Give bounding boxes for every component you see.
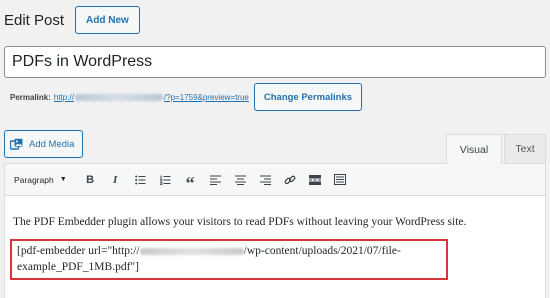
bold-icon: B [86,173,95,186]
editor-box: Paragraph ▼ B I “ The PDF Embedder plugi… [4,163,546,298]
bold-button[interactable]: B [78,169,103,191]
italic-button[interactable]: I [103,169,128,191]
link-icon [284,175,296,184]
post-title-input[interactable]: PDFs in WordPress [4,46,546,78]
permalink-url-prefix: http:// [53,92,74,102]
toolbar-toggle-button[interactable] [328,169,353,191]
insert-link-button[interactable] [278,169,303,191]
tab-visual-label: Visual [459,143,489,156]
add-media-label: Add Media [29,138,75,150]
shortcode-prefix: [pdf-embedder url="http:// [17,245,140,257]
add-media-icon [10,138,24,151]
change-permalinks-button[interactable]: Change Permalinks [253,83,363,111]
permalink-url-suffix: /?p=1759&preview=true [163,92,249,102]
bulleted-list-button[interactable] [128,169,153,191]
editor-content[interactable]: The PDF Embedder plugin allows your visi… [5,196,545,280]
align-right-button[interactable] [253,169,278,191]
numbered-list-button[interactable] [153,169,178,191]
pdf-embedder-shortcode: [pdf-embedder url="http:///wp-content/up… [10,239,448,280]
format-select[interactable]: Paragraph ▼ [9,170,72,190]
chevron-down-icon: ▼ [59,176,67,183]
blockquote-icon: “ [185,173,195,193]
page-heading-row: Edit Post Add New [4,5,140,35]
permalink-label: Permalink: [10,92,51,102]
add-media-button[interactable]: Add Media [4,130,84,158]
editor-toolbar: Paragraph ▼ B I “ [5,164,545,196]
bullet-list-icon [134,175,146,184]
permalink-link[interactable]: http:// /?p=1759&preview=true [54,93,249,102]
align-left-button[interactable] [203,169,228,191]
blockquote-button[interactable]: “ [178,169,203,193]
tab-text-label: Text [515,143,535,155]
kitchen-sink-icon [334,174,347,185]
tab-visual[interactable]: Visual [446,134,502,164]
align-right-icon [259,175,271,185]
format-select-value: Paragraph [14,174,54,185]
read-more-button[interactable] [303,169,328,191]
read-more-icon [309,174,322,185]
page-title: Edit Post [4,11,65,29]
post-title-value: PDFs in WordPress [12,53,153,70]
permalink-blurred-host [74,93,163,101]
content-paragraph: The PDF Embedder plugin allows your visi… [13,216,467,228]
numbered-list-icon [159,175,171,185]
tab-text[interactable]: Text [504,134,546,163]
permalink-row: Permalink: http:// /?p=1759&preview=true… [10,83,363,111]
italic-icon: I [113,173,118,186]
shortcode-blurred-host [139,247,244,255]
align-center-icon [234,175,246,185]
add-new-button[interactable]: Add New [75,6,140,34]
align-center-button[interactable] [228,169,253,191]
align-left-icon [209,175,221,185]
